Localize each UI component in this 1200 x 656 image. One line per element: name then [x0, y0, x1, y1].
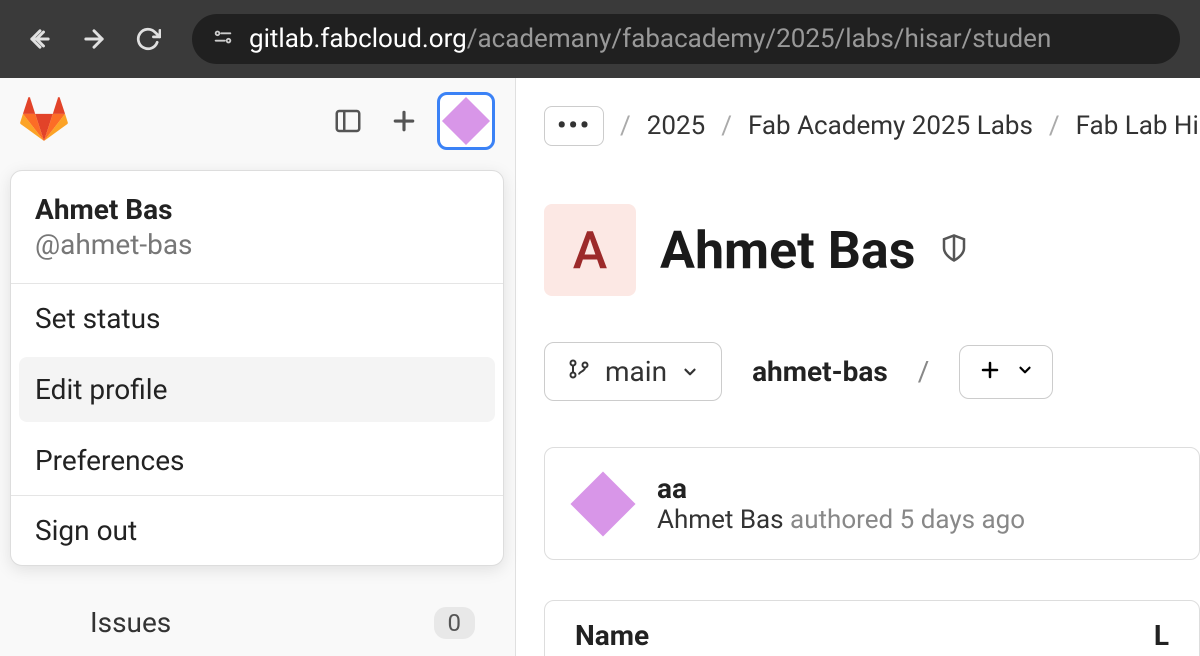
back-button[interactable]	[20, 19, 60, 59]
avatar-icon	[442, 97, 490, 145]
issues-count-badge: 0	[434, 607, 476, 639]
menu-item-set-status[interactable]: Set status	[11, 284, 503, 353]
sidebar: Issues 0 Ahmet Bas @ahmet-bas Set status…	[0, 78, 516, 656]
chevron-down-icon	[1016, 361, 1034, 383]
path-segment[interactable]: ahmet-bas	[752, 355, 888, 388]
breadcrumb-separator: /	[1049, 111, 1060, 141]
avatar-icon	[570, 471, 635, 536]
user-menu-header: Ahmet Bas @ahmet-bas	[11, 171, 503, 284]
add-to-tree-button[interactable]	[959, 345, 1053, 399]
sidebar-item-issues[interactable]: Issues 0	[0, 594, 515, 651]
project-title: Ahmet Bas	[660, 220, 915, 281]
commit-meta: Ahmet Bas authored 5 days ago	[657, 505, 1025, 535]
breadcrumb-item[interactable]: Fab Lab His	[1076, 111, 1200, 141]
browser-toolbar: gitlab.fabcloud.org/academany/fabacademy…	[0, 0, 1200, 78]
main-content: ••• / 2025 / Fab Academy 2025 Labs / Fab…	[516, 78, 1200, 656]
site-settings-icon[interactable]	[212, 26, 234, 53]
plus-icon	[978, 358, 1002, 386]
branch-icon	[567, 355, 591, 388]
file-table-header: Name L	[545, 601, 1199, 656]
branch-selector[interactable]: main	[544, 342, 722, 401]
gitlab-logo[interactable]	[20, 95, 68, 147]
breadcrumb-item[interactable]: Fab Academy 2025 Labs	[748, 111, 1033, 141]
user-avatar-button[interactable]	[437, 92, 495, 150]
column-name: Name	[575, 619, 649, 652]
menu-item-sign-out[interactable]: Sign out	[11, 496, 503, 565]
last-commit-box[interactable]: aa Ahmet Bas authored 5 days ago	[544, 447, 1200, 560]
menu-item-edit-profile[interactable]: Edit profile	[19, 357, 495, 422]
column-last: L	[1154, 619, 1169, 652]
user-display-name: Ahmet Bas	[35, 193, 479, 226]
path-separator: /	[918, 355, 930, 388]
breadcrumb-separator: /	[721, 111, 732, 141]
commit-message[interactable]: aa	[657, 472, 1025, 505]
project-header: A Ahmet Bas	[544, 204, 1200, 296]
url-bar[interactable]: gitlab.fabcloud.org/academany/fabacademy…	[192, 14, 1180, 64]
breadcrumb-more-button[interactable]: •••	[544, 106, 604, 146]
user-dropdown-menu: Ahmet Bas @ahmet-bas Set status Edit pro…	[10, 170, 504, 566]
forward-button[interactable]	[74, 19, 114, 59]
breadcrumb-item[interactable]: 2025	[647, 111, 705, 141]
file-table: Name L	[544, 600, 1200, 656]
commit-author-avatar	[573, 474, 633, 534]
sidebar-item-label: Issues	[90, 606, 171, 639]
commit-author[interactable]: Ahmet Bas	[657, 505, 784, 535]
reload-button[interactable]	[128, 19, 168, 59]
collapse-sidebar-button[interactable]	[325, 98, 371, 144]
breadcrumb: ••• / 2025 / Fab Academy 2025 Labs / Fab…	[544, 78, 1200, 174]
menu-item-preferences[interactable]: Preferences	[11, 426, 503, 495]
user-handle: @ahmet-bas	[35, 228, 479, 261]
repo-controls: main ahmet-bas /	[544, 342, 1200, 401]
project-avatar: A	[544, 204, 636, 296]
url-text: gitlab.fabcloud.org/academany/fabacademy…	[249, 24, 1051, 54]
shield-icon	[939, 233, 969, 267]
branch-name: main	[605, 355, 667, 388]
chevron-down-icon	[681, 355, 699, 388]
breadcrumb-separator: /	[620, 111, 631, 141]
create-new-button[interactable]	[381, 98, 427, 144]
